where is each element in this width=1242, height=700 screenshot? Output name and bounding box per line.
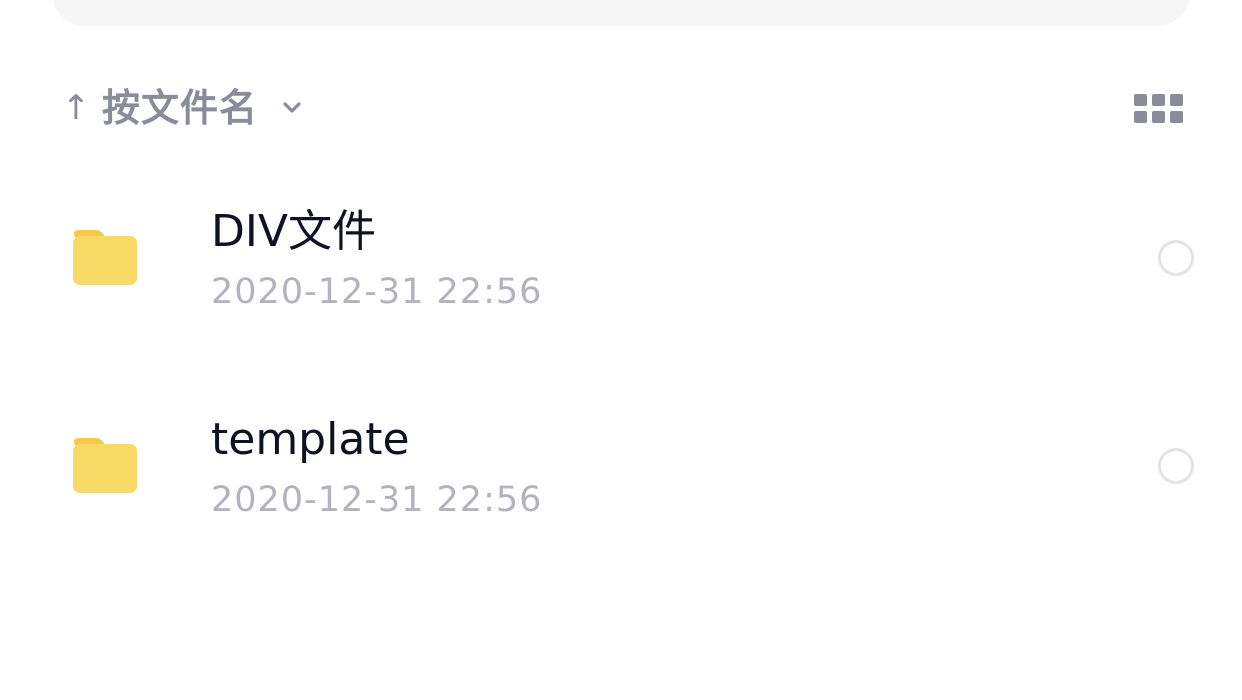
select-radio[interactable]	[1158, 240, 1194, 276]
search-bar[interactable]	[52, 0, 1190, 26]
grid-view-button[interactable]	[1132, 92, 1184, 126]
file-list-item[interactable]: template 2020-12-31 22:56	[0, 362, 1242, 570]
chevron-down-icon	[280, 96, 304, 120]
file-modified-date: 2020-12-31 22:56	[211, 480, 543, 520]
sort-control[interactable]: ↑ 按文件名	[60, 82, 304, 134]
folder-icon	[73, 438, 137, 493]
folder-icon	[73, 230, 137, 285]
arrow-up-icon: ↑	[61, 88, 91, 128]
select-radio[interactable]	[1158, 448, 1194, 484]
file-name: template	[211, 414, 410, 465]
file-list-item[interactable]: DIV文件 2020-12-31 22:56	[0, 154, 1242, 362]
file-modified-date: 2020-12-31 22:56	[211, 272, 543, 312]
file-name: DIV文件	[211, 206, 376, 257]
sort-label: 按文件名	[102, 86, 259, 130]
grid-view-icon	[1134, 94, 1183, 123]
file-browser: ↑ 按文件名 DIV文件 2020-12-31 22:56 template 2…	[0, 0, 1242, 700]
